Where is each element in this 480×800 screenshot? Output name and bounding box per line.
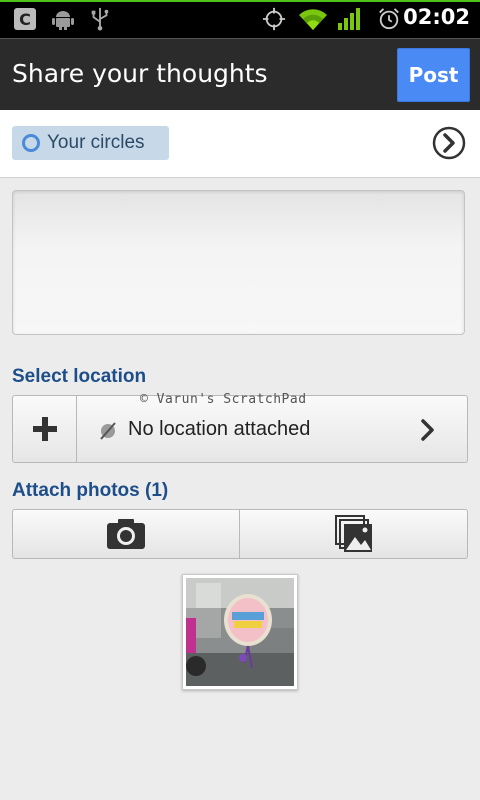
gps-icon bbox=[262, 7, 286, 31]
choose-from-gallery-button[interactable] bbox=[240, 509, 468, 559]
wifi-icon bbox=[299, 9, 327, 30]
chevron-right-icon bbox=[421, 419, 434, 441]
alarm-icon bbox=[379, 8, 399, 30]
status-accent-line bbox=[0, 0, 480, 2]
audience-row: Your circles bbox=[0, 110, 480, 178]
no-location-icon bbox=[100, 422, 116, 440]
photo-thumbnail[interactable] bbox=[182, 574, 298, 690]
action-bar: Share your thoughts Post bbox=[0, 38, 480, 110]
circles-label: Your circles bbox=[47, 132, 145, 153]
take-photo-button[interactable] bbox=[12, 509, 240, 559]
plus-icon bbox=[32, 417, 57, 441]
android-debug-icon bbox=[52, 11, 74, 30]
chevron-right-circle-icon[interactable] bbox=[432, 126, 466, 160]
page-title: Share your thoughts bbox=[12, 59, 268, 88]
svg-text:C: C bbox=[19, 10, 31, 29]
location-status: No location attached bbox=[128, 418, 311, 440]
birthday-balloon-photo bbox=[186, 578, 294, 686]
usb-icon bbox=[91, 7, 109, 31]
add-location-button[interactable] bbox=[12, 395, 77, 463]
post-button[interactable]: Post bbox=[397, 48, 470, 102]
select-location-label: Select location bbox=[12, 366, 147, 387]
watermark-text: © Varun's ScratchPad bbox=[140, 392, 307, 407]
attach-photos-label: Attach photos (1) bbox=[12, 480, 169, 501]
message-input[interactable] bbox=[12, 190, 465, 335]
gallery-icon bbox=[334, 515, 372, 552]
circles-chip[interactable]: Your circles bbox=[12, 126, 169, 160]
status-time: 02:02 bbox=[403, 5, 470, 29]
app-c-icon: C bbox=[14, 8, 36, 30]
camera-icon bbox=[107, 519, 145, 549]
circle-ring-icon bbox=[22, 134, 40, 152]
status-bar: C 02:02 bbox=[0, 0, 480, 38]
signal-icon bbox=[338, 8, 360, 30]
